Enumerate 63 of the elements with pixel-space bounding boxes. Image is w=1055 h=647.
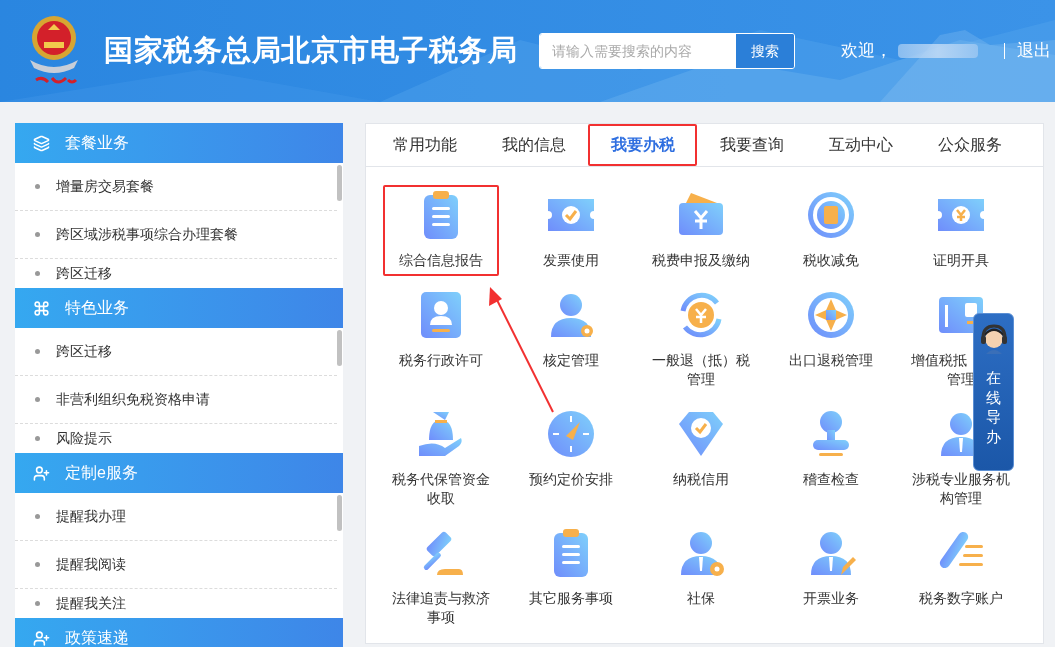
command-icon bbox=[33, 299, 50, 317]
bullet-icon bbox=[35, 397, 40, 402]
tile-label: 收取 bbox=[427, 489, 455, 508]
tile-label: 税务数字账户 bbox=[919, 589, 1003, 608]
user-plus-icon bbox=[33, 464, 50, 482]
sidebar-item[interactable]: 跨区域涉税事项综合办理套餐 bbox=[15, 211, 337, 259]
tile-label: 开票业务 bbox=[803, 589, 859, 608]
welcome-text: 欢迎， bbox=[841, 40, 892, 63]
service-tile[interactable]: 综合信息报告 bbox=[383, 185, 499, 276]
tile-label: 纳税信用 bbox=[673, 470, 729, 489]
section-title: 政策速递 bbox=[65, 628, 129, 647]
tile-label: 涉税专业服务机 bbox=[912, 470, 1010, 489]
compass-icon bbox=[545, 408, 597, 460]
tab[interactable]: 我要查询 bbox=[697, 124, 806, 166]
tile-label: 税务行政许可 bbox=[399, 351, 483, 370]
tile-label: 税费申报及缴纳 bbox=[652, 251, 750, 270]
tile-label: 证明开具 bbox=[933, 251, 989, 270]
tile-label: 管理 bbox=[687, 370, 715, 389]
bullet-icon bbox=[35, 562, 40, 567]
section-title: 定制e服务 bbox=[65, 463, 138, 483]
tile-label: 一般退（抵）税 bbox=[652, 351, 750, 370]
tile-label: 增值税抵 bbox=[911, 351, 967, 370]
scrollbar-thumb[interactable] bbox=[337, 330, 342, 366]
tab[interactable]: 我的信息 bbox=[479, 124, 588, 166]
tab[interactable]: 互动中心 bbox=[806, 124, 915, 166]
tile-label: 社保 bbox=[687, 589, 715, 608]
user-plus-icon bbox=[33, 629, 50, 647]
sidebar-item[interactable]: 风险提示 bbox=[15, 424, 337, 453]
bullet-icon bbox=[35, 184, 40, 189]
seal-coin-icon bbox=[805, 189, 857, 241]
tile-label: 税收减免 bbox=[803, 251, 859, 270]
online-guide-button[interactable]: 在线导办 bbox=[973, 313, 1014, 471]
tile-label: 发票使用 bbox=[543, 251, 599, 270]
tile-label: 预约定价安排 bbox=[529, 470, 613, 489]
section-title: 套餐业务 bbox=[65, 133, 129, 153]
sidebar-item[interactable]: 提醒我关注 bbox=[15, 589, 337, 618]
tile-label: 法律追责与救济 bbox=[392, 589, 490, 608]
layers-icon bbox=[33, 134, 50, 152]
sidebar-item[interactable]: 跨区迁移 bbox=[15, 259, 337, 288]
tab[interactable]: 常用功能 bbox=[370, 124, 479, 166]
tile-label: 税务代保管资金 bbox=[392, 470, 490, 489]
tile-label: 其它服务事项 bbox=[529, 589, 613, 608]
section-title: 特色业务 bbox=[65, 298, 129, 318]
tab[interactable]: 公众服务 bbox=[915, 124, 1024, 166]
bullet-icon bbox=[35, 232, 40, 237]
bullet-icon bbox=[35, 514, 40, 519]
site-title: 国家税务总局北京市电子税务局 bbox=[104, 33, 517, 69]
scrollbar-thumb[interactable] bbox=[337, 495, 342, 531]
tile-label: 构管理 bbox=[940, 489, 982, 508]
tab[interactable]: 我要办税 bbox=[588, 124, 697, 166]
sidebar-item[interactable]: 非营利组织免税资格申请 bbox=[15, 376, 337, 424]
globe-icon bbox=[805, 289, 857, 341]
sidebar-item[interactable]: 提醒我阅读 bbox=[15, 541, 337, 589]
tile-label: 事项 bbox=[427, 608, 455, 627]
tile-label: 稽查检查 bbox=[803, 470, 859, 489]
scrollbar-thumb[interactable] bbox=[337, 165, 342, 201]
bullet-icon bbox=[35, 271, 40, 276]
bullet-icon bbox=[35, 436, 40, 441]
tile-label: 出口退税管理 bbox=[789, 351, 873, 370]
tile-label: 核定管理 bbox=[543, 351, 599, 370]
tile-label: 综合信息报告 bbox=[399, 251, 483, 270]
bullet-icon bbox=[35, 601, 40, 606]
bullet-icon bbox=[35, 349, 40, 354]
